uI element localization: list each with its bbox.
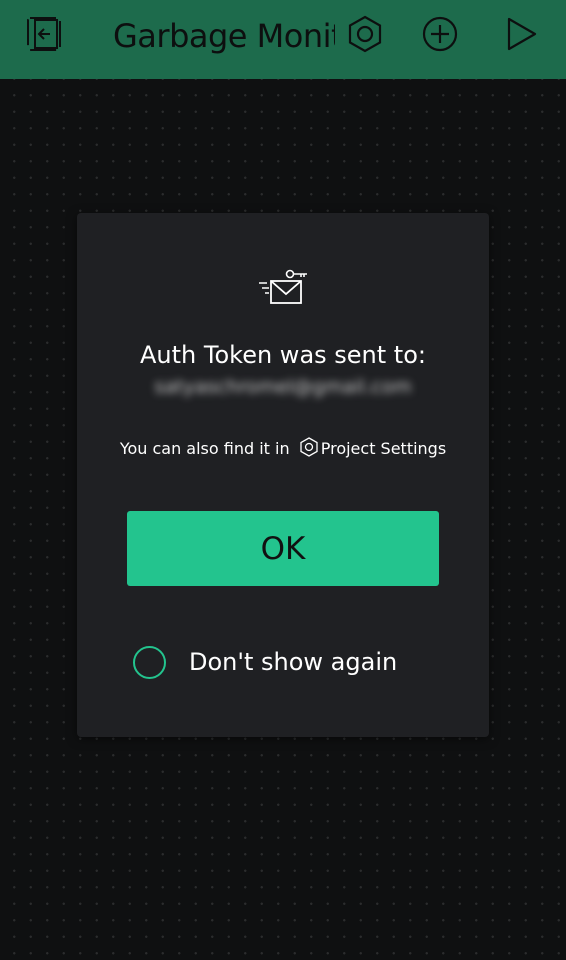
hint-prefix: You can also find it in [119, 439, 290, 458]
exit-icon[interactable] [22, 12, 66, 56]
ok-button[interactable]: OK [127, 511, 439, 586]
add-circle-icon[interactable] [418, 12, 462, 56]
dont-show-again-option[interactable]: Don't show again [133, 643, 397, 681]
project-settings-link[interactable]: Project Settings [321, 439, 446, 458]
project-title: Garbage Monit [113, 17, 335, 55]
play-icon[interactable] [499, 12, 543, 56]
app-header: Garbage Monit [0, 0, 566, 79]
settings-hex-icon [299, 437, 319, 461]
settings-hex-icon[interactable] [343, 12, 387, 56]
settings-hint: You can also find it in Project Settings [77, 437, 489, 461]
recipient-email: satyaschromel@gmail.com [154, 376, 412, 398]
mail-key-icon [257, 269, 309, 307]
dialog-headline: Auth Token was sent to: [140, 341, 426, 369]
dont-show-again-label: Don't show again [189, 648, 398, 676]
dont-show-again-radio[interactable] [133, 645, 166, 679]
auth-token-dialog: Auth Token was sent to: satyaschromel@gm… [77, 213, 489, 737]
